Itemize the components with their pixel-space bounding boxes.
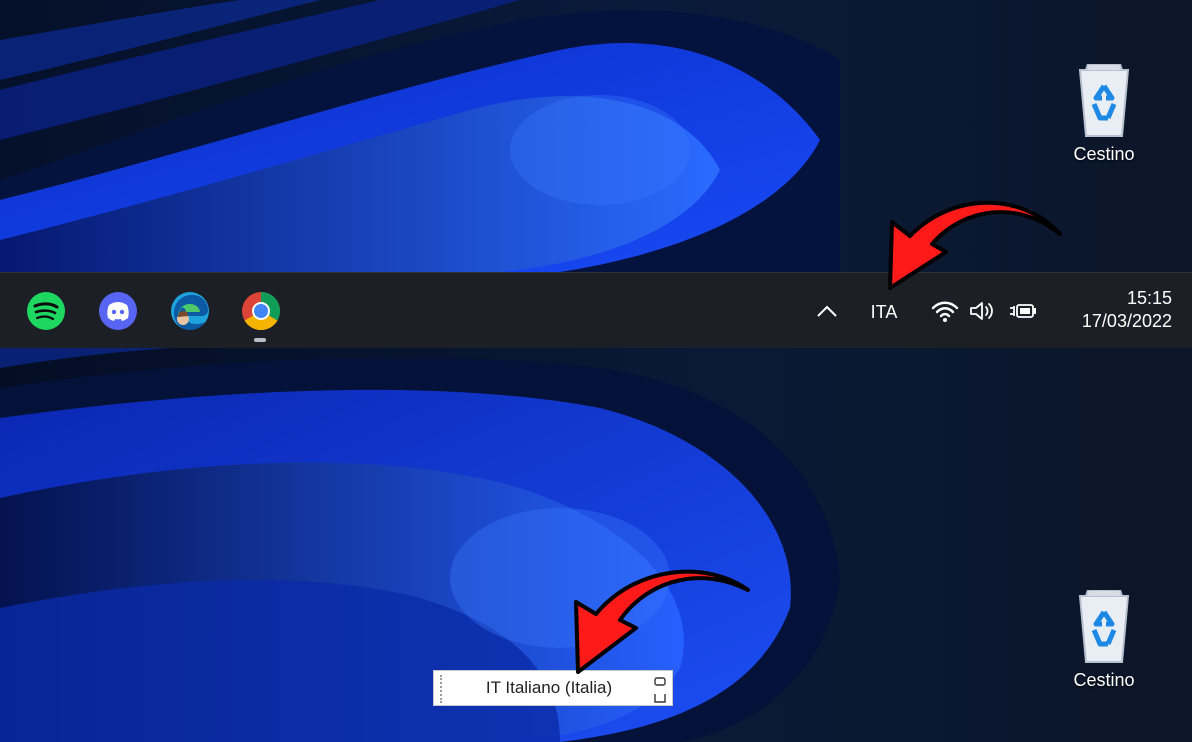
options-icon bbox=[654, 694, 666, 703]
language-bar-options-button[interactable] bbox=[653, 691, 667, 703]
recycle-bin-desktop-icon[interactable]: Cestino bbox=[1059, 64, 1149, 165]
annotation-arrow-top bbox=[888, 200, 1062, 290]
recycle-bin-icon bbox=[1078, 64, 1130, 137]
language-bar-grip[interactable] bbox=[440, 675, 444, 703]
taskbar-app-spotify[interactable] bbox=[22, 287, 70, 335]
running-indicator bbox=[254, 338, 266, 342]
recycle-bin-icon bbox=[1078, 590, 1130, 663]
tray-battery[interactable] bbox=[1008, 297, 1036, 325]
recycle-bin-label: Cestino bbox=[1073, 670, 1135, 690]
taskbar-clock[interactable]: 15:15 17/03/2022 bbox=[1052, 287, 1172, 333]
spotify-icon bbox=[27, 292, 65, 330]
edge-icon bbox=[171, 292, 209, 330]
wifi-icon bbox=[931, 301, 959, 322]
chevron-up-icon bbox=[817, 305, 837, 317]
tray-volume[interactable] bbox=[968, 297, 996, 325]
clock-date: 17/03/2022 bbox=[1081, 311, 1172, 331]
taskbar-app-edge[interactable] bbox=[166, 287, 214, 335]
clock-time: 15:15 bbox=[1126, 288, 1172, 308]
recycle-bin-label: Cestino bbox=[1073, 144, 1135, 164]
taskbar-app-discord[interactable] bbox=[94, 287, 142, 335]
tray-overflow-button[interactable] bbox=[812, 296, 842, 326]
taskbar-app-chrome[interactable] bbox=[237, 287, 285, 335]
volume-icon bbox=[970, 302, 993, 320]
tray-wifi[interactable] bbox=[931, 297, 959, 325]
annotation-arrow-bottom bbox=[574, 569, 750, 674]
chrome-icon bbox=[242, 291, 281, 330]
language-indicator[interactable]: ITA bbox=[862, 300, 906, 324]
recycle-bin-desktop-icon-bottom[interactable]: Cestino bbox=[1059, 590, 1149, 691]
battery-charging-icon bbox=[1010, 304, 1036, 318]
discord-icon bbox=[99, 292, 137, 330]
